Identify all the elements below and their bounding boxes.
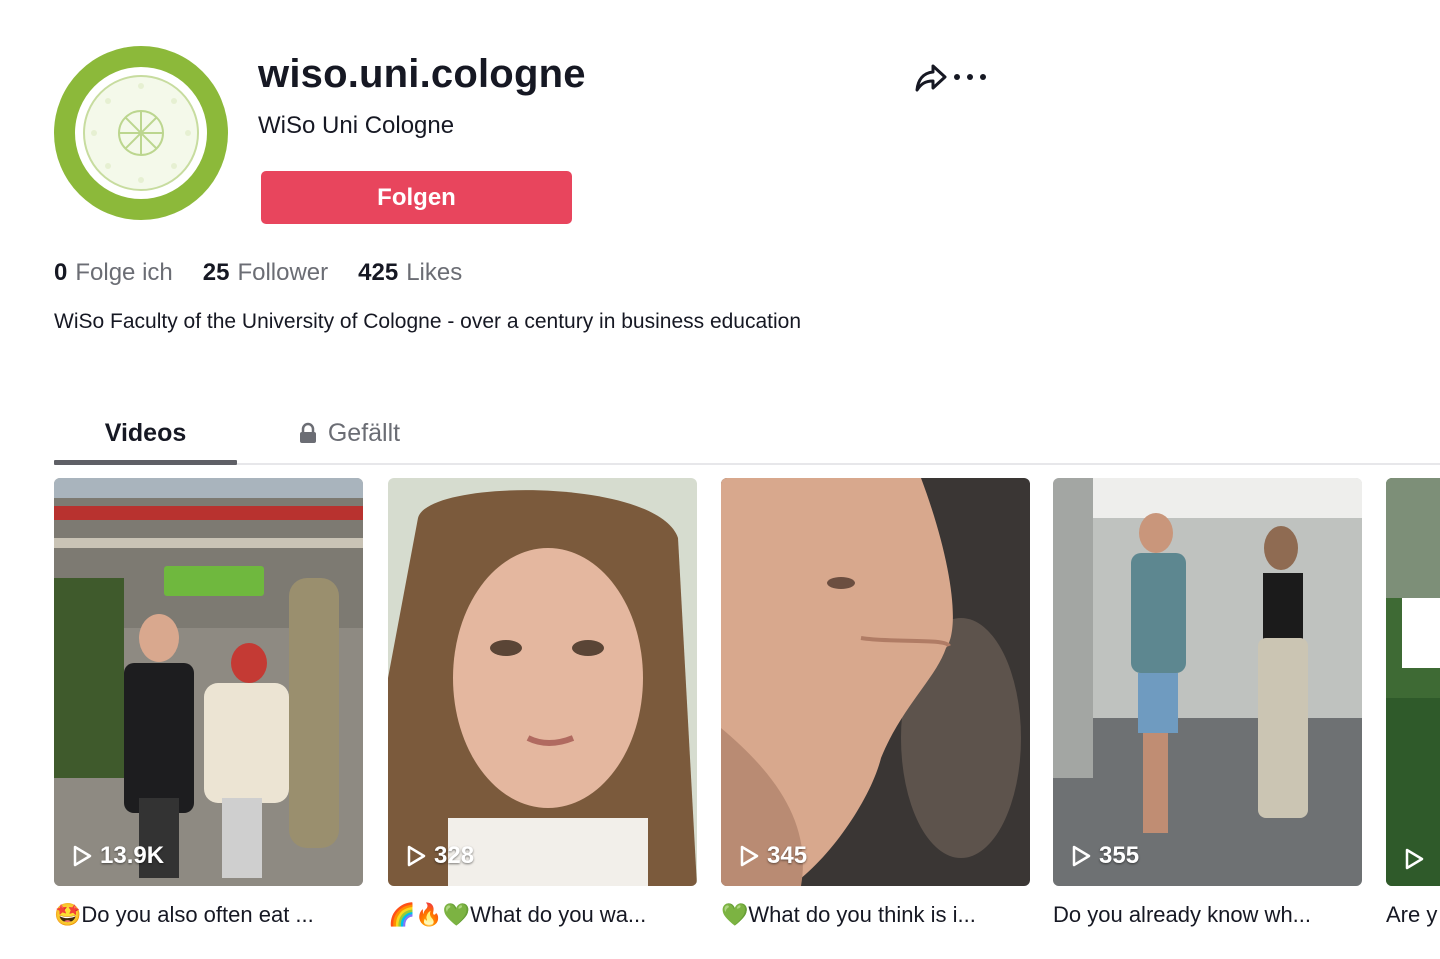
profile-stats: 0 Folge ich 25 Follower 425 Likes bbox=[54, 256, 492, 290]
share-icon[interactable] bbox=[914, 60, 948, 94]
video-caption: Are y bbox=[1386, 902, 1438, 927]
video-thumbnail: 13.9K bbox=[54, 478, 363, 886]
avatar-seal-emblem bbox=[91, 83, 191, 183]
video-views: 345 bbox=[739, 842, 807, 870]
video-caption: 🌈🔥💚What do you wa... bbox=[388, 902, 647, 927]
video-caption: 💚What do you think is i... bbox=[721, 902, 976, 927]
profile-username: wiso.uni.cologne bbox=[258, 52, 586, 96]
video-views: 13.9K bbox=[72, 842, 164, 870]
tab-divider bbox=[237, 463, 1440, 465]
stat-followers-label: Follower bbox=[237, 259, 329, 286]
stat-likes: 425 Likes bbox=[358, 256, 462, 290]
follow-button[interactable]: Folgen bbox=[261, 171, 572, 224]
video-views-count: 355 bbox=[1099, 842, 1140, 869]
tab-videos-label: Videos bbox=[104, 418, 187, 447]
video-views-count: 345 bbox=[767, 842, 808, 869]
avatar[interactable] bbox=[54, 46, 228, 220]
stat-followers[interactable]: 25 Follower bbox=[203, 256, 328, 290]
stat-following-value: 0 bbox=[54, 259, 68, 286]
video-grid: 13.9K 🤩Do you also often eat ... 328 🌈🔥💚… bbox=[54, 478, 1440, 948]
profile-nickname: WiSo Uni Cologne bbox=[258, 112, 455, 139]
stat-followers-value: 25 bbox=[202, 259, 230, 286]
play-icon bbox=[73, 845, 92, 867]
video-thumbnail: 328 bbox=[388, 478, 697, 886]
video-card[interactable]: 328 🌈🔥💚What do you wa... bbox=[388, 478, 697, 930]
play-icon bbox=[1072, 845, 1091, 867]
video-views-count: 328 bbox=[434, 842, 475, 869]
video-thumbnail: 355 bbox=[1053, 478, 1362, 886]
tab-videos[interactable]: Videos bbox=[54, 408, 237, 458]
video-views: 355 bbox=[1071, 842, 1139, 870]
tab-liked-label: Gefällt bbox=[327, 418, 401, 447]
play-icon bbox=[1405, 848, 1424, 870]
video-card[interactable]: 355 Do you already know wh... bbox=[1053, 478, 1362, 930]
profile-bio: WiSo Faculty of the University of Cologn… bbox=[54, 310, 802, 333]
stat-following[interactable]: 0 Folge ich bbox=[54, 256, 173, 290]
play-icon bbox=[740, 845, 759, 867]
video-views-count: 13.9K bbox=[100, 842, 165, 869]
more-icon[interactable] bbox=[952, 70, 988, 84]
video-caption: 🤩Do you also often eat ... bbox=[54, 902, 314, 927]
tab-liked[interactable]: Gefällt bbox=[284, 408, 414, 458]
video-views: 328 bbox=[406, 842, 474, 870]
video-thumbnail bbox=[1386, 478, 1440, 886]
video-thumbnail: 345 bbox=[721, 478, 1030, 886]
video-views bbox=[1404, 848, 1432, 870]
stat-following-label: Folge ich bbox=[75, 259, 173, 286]
video-card[interactable]: 345 💚What do you think is i... bbox=[721, 478, 1030, 930]
profile-tabs: Videos Gefällt bbox=[54, 408, 1440, 466]
video-card[interactable]: 13.9K 🤩Do you also often eat ... bbox=[54, 478, 363, 930]
video-caption: Do you already know wh... bbox=[1053, 902, 1312, 927]
stat-likes-label: Likes bbox=[406, 259, 463, 286]
profile-page: wiso.uni.cologne WiSo Uni Cologne Folgen… bbox=[0, 0, 1440, 959]
tab-active-indicator bbox=[54, 460, 237, 465]
lock-icon bbox=[299, 422, 316, 443]
play-icon bbox=[407, 845, 426, 867]
stat-likes-value: 425 bbox=[358, 259, 399, 286]
video-card[interactable]: Are y bbox=[1386, 478, 1440, 930]
